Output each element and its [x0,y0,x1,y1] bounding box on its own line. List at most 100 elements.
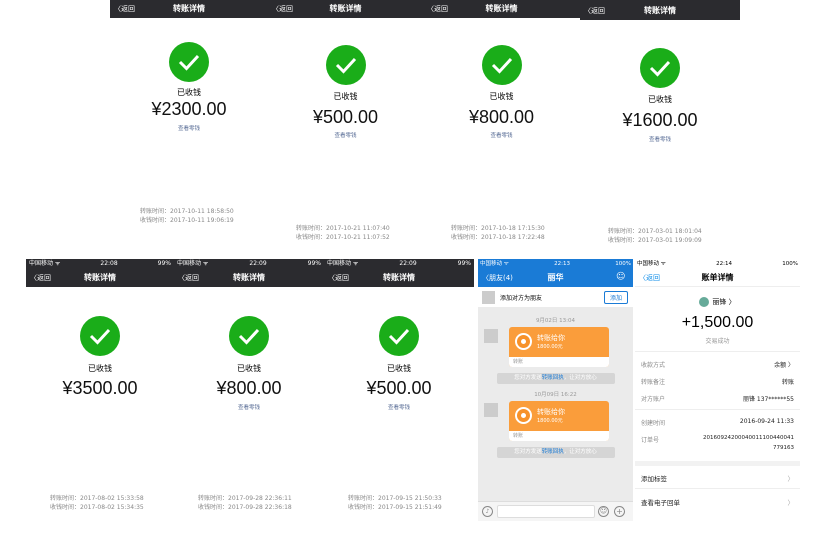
voice-icon[interactable]: ♪ [482,506,493,517]
row-label: 转账备注 [641,379,666,386]
add-tag-item[interactable]: 添加标签 〉 [641,473,794,483]
time-info: 转账时间：2017-10-18 17:15:30 收钱时间：2017-10-18… [451,224,545,242]
emoji-icon[interactable]: ☺ [598,506,609,517]
message-input[interactable] [497,505,595,518]
amount-text: ¥3500.00 [62,378,138,398]
plus-icon[interactable]: + [614,506,625,517]
status-bar: 中国移动 ᯤ 22:09 99% [174,259,324,269]
amount-text: ¥2300.00 [151,99,227,119]
time-info: 转账时间：2017-10-21 11:07:40 收钱时间：2017-10-21… [296,224,390,242]
message-date: 9月02日 13:04 [535,318,576,324]
status-bar: 中国移动 ᯤ 22:09 99% [324,259,474,269]
transfer-bubble[interactable]: 转账给你 1800.00元 转账 [509,401,609,441]
detail-row-payment-method[interactable]: 收款方式 余额 〉 [641,360,794,369]
transfer-amount: 1800.00元 [537,344,563,350]
check-circle-icon [481,45,522,85]
carrier-text: 中国移动 ᯤ [327,260,359,267]
transfer-time: 转账时间：2017-03-01 18:01:04 [608,228,702,235]
time-info: 转账时间：2017-09-28 22:36:11 收钱时间：2017-09-28… [198,494,292,512]
time-info: 转账时间：2017-08-02 15:33:58 收钱时间：2017-08-02… [50,494,144,512]
nav-title: 账单详情 [701,273,734,282]
clock-text: 22:09 [399,260,417,267]
carrier-text: 中国移动 ᯤ [480,261,509,267]
view-receipt-item[interactable]: 查看电子回单 〉 [641,497,794,507]
transfer-detail-panel-7: 中国移动 ᯤ 22:09 99% 〈返回 转账详情 已收钱 ¥500.00 查看… [324,259,474,521]
carrier-text: 中国移动 ᯤ [177,260,209,267]
status-label: 已收钱 [177,88,201,97]
carrier-text: 中国移动 ᯤ [29,260,61,267]
transfer-coin-icon [515,333,532,350]
clock-text: 22:08 [100,260,118,267]
view-change-link[interactable]: 查看零钱 [580,135,740,143]
detail-row-account: 对方账户 丽锋 137******55 [641,394,794,403]
payer-name[interactable]: 丽锋 〉 [635,297,800,307]
status-bar: 中国移动 ᯤ 22:13 100% [478,259,633,269]
chat-input-bar: ♪ ☺ + [478,501,633,521]
transfer-detail-panel-2: 〈返回 转账详情 已收钱 ¥500.00 查看零钱 转账时间：2017-10-2… [268,0,423,250]
chat-title: 丽华 [547,273,564,282]
message-date: 10月09日 16:22 [534,392,577,398]
status-label: 已收钱 [237,364,261,373]
transfer-detail-panel-3: 〈返回 转账详情 已收钱 ¥800.00 查看零钱 转账时间：2017-10-1… [423,0,580,250]
clock-text: 22:13 [554,261,570,267]
nav-bar: 〈返回 转账详情 [110,0,268,18]
nav-bar: 〈返回 转账详情 [324,269,474,287]
transfer-title: 转账给你 [537,408,565,416]
battery-text: 99% [157,260,171,267]
add-friend-bar: 添加对方为朋友 添加 [478,287,633,307]
row-value: 779163 [773,445,794,451]
section-separator [635,461,800,466]
battery-text: 100% [782,261,798,267]
view-change-link[interactable]: 查看零钱 [423,131,580,139]
check-circle-icon [229,316,269,356]
status-label: 已收钱 [648,95,672,104]
row-value: 余额 〉 [774,362,794,369]
receive-time: 收钱时间：2017-10-21 11:07:52 [296,234,390,241]
receipt-link[interactable]: 转账回执 [542,449,564,455]
receive-time: 收钱时间：2017-10-18 17:22:48 [451,234,545,241]
chevron-right-icon: 〉 [787,475,795,483]
receipt-link[interactable]: 转账回执 [542,375,564,381]
amount-text: ¥500.00 [312,107,379,127]
transaction-status: 交易成功 [705,338,730,345]
transfer-time: 转账时间：2017-09-28 22:36:11 [198,495,292,502]
system-text: 您对方发送 [514,375,542,381]
nav-title: 转账详情 [173,4,205,13]
check-circle-icon [80,316,120,356]
nav-title: 转账详情 [84,273,116,282]
menu-label: 查看电子回单 [641,499,680,507]
system-tail: ，让对方放心 [563,375,597,381]
menu-label: 添加标签 [641,475,667,483]
system-tail: ，让对方放心 [563,449,597,455]
view-change-link[interactable]: 查看零钱 [110,124,268,132]
bill-detail-screen: 中国移动 ᯤ 22:14 100% 〈返回 账单详情 丽锋 〉 +1,500.0… [635,259,800,521]
row-label: 订单号 [641,437,660,444]
clock-text: 22:14 [716,261,732,267]
avatar [484,329,498,343]
status-label: 已收钱 [333,92,358,101]
view-change-link[interactable]: 查看零钱 [268,131,423,139]
detail-row-note: 转账备注 转账 [641,377,794,386]
view-change-link[interactable]: 查看零钱 [324,403,474,411]
status-label: 已收钱 [387,364,411,373]
transfer-title: 转账给你 [537,334,565,342]
message-row: 转账给你 1800.00元 转账 [478,327,633,369]
nav-bar: 〈返回 转账详情 [268,0,423,18]
transfer-detail-panel-5: 中国移动 ᯤ 22:08 99% 〈返回 转账详情 已收钱 ¥3500.00 转… [26,259,174,521]
person-icon[interactable]: ☺ [616,272,627,283]
nav-bar: 〈返回 转账详情 [423,0,580,18]
transfer-amount: 1800.00元 [537,418,563,424]
nav-title: 转账详情 [329,4,362,13]
nav-title: 转账详情 [383,273,415,282]
system-text: 您对方发送 [514,449,542,455]
transfer-footer: 转账 [509,431,609,441]
screenshot-collage: 〈返回 转账详情 已收钱 ¥2300.00 查看零钱 转账时间：2017-10-… [0,0,817,536]
view-change-link[interactable]: 查看零钱 [174,403,324,411]
nav-bar: 〈返回 转账详情 [26,269,174,287]
add-friend-button[interactable]: 添加 [603,291,628,304]
transfer-time: 转账时间：2017-08-02 15:33:58 [50,495,144,502]
transfer-detail-panel-4: 〈返回 转账详情 已收钱 ¥1600.00 查看零钱 转账时间：2017-03-… [580,0,740,250]
row-label: 收款方式 [641,362,666,369]
transfer-bubble[interactable]: 转账给你 1800.00元 转账 [509,327,609,367]
check-circle-icon [325,45,366,85]
